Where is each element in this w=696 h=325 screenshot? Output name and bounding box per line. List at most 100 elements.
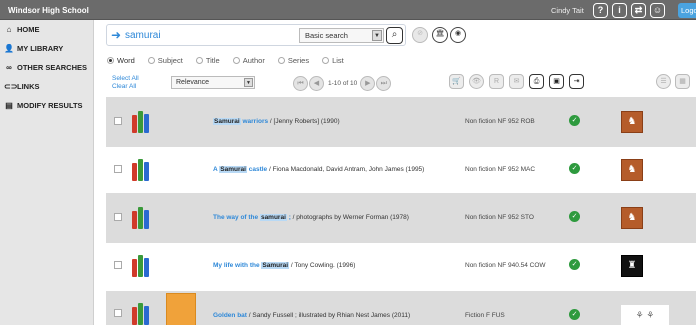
search-button[interactable]: ⌕ xyxy=(386,27,403,44)
result-title: The way of the samurai ; / photographs b… xyxy=(213,214,409,221)
books-icon xyxy=(132,255,150,277)
title-link[interactable]: Golden bat xyxy=(213,312,247,319)
sidebar-item-home[interactable]: ⌂ HOME xyxy=(0,20,93,39)
available-icon: ✓ xyxy=(569,259,580,270)
sidebar-item-label: MY LIBRARY xyxy=(17,44,64,53)
save-icon[interactable]: ▣ xyxy=(549,74,564,89)
sidebar-item-other-searches[interactable]: ∞ OTHER SEARCHES xyxy=(0,58,93,77)
binoculars-icon: ∞ xyxy=(6,63,12,72)
result-title: My life with the Samurai / Tony Cowling.… xyxy=(213,262,356,269)
logout-button[interactable]: Logout xyxy=(678,3,696,18)
document-icon: ▤ xyxy=(5,101,13,110)
selection-links: Select All Clear All xyxy=(112,75,139,91)
available-icon: ✓ xyxy=(569,163,580,174)
row-checkbox[interactable] xyxy=(114,117,122,125)
sidebar-item-label: OTHER SEARCHES xyxy=(17,63,88,72)
library-icon: 🏛 xyxy=(435,30,445,37)
person-icon: 👤 xyxy=(4,44,14,53)
row-checkbox[interactable] xyxy=(114,213,122,221)
radio-title[interactable]: Title xyxy=(195,55,220,65)
books-icon xyxy=(132,303,150,325)
account-icon[interactable]: ☺ xyxy=(650,3,665,18)
grid-view-icon[interactable]: ▦ xyxy=(675,74,690,89)
samurai-thumbnail[interactable]: ♞ xyxy=(621,207,643,229)
first-page-button[interactable]: ⏮ xyxy=(293,75,308,91)
chevron-down-icon: ▼ xyxy=(244,78,253,87)
samurai-thumbnail[interactable]: ♞ xyxy=(621,159,643,181)
home-icon: ⌂ xyxy=(6,25,12,34)
cart-icon[interactable]: 🛒 xyxy=(449,74,464,89)
sidebar-item-label: MODIFY RESULTS xyxy=(17,101,83,110)
title-link[interactable]: A Samurai castle xyxy=(213,166,267,173)
radio-author[interactable]: Author xyxy=(232,55,265,65)
sidebar-item-links[interactable]: ⊂⊃ LINKS xyxy=(0,77,93,96)
call-number: Fiction F FUS xyxy=(465,312,505,319)
library-button[interactable]: 🏛 xyxy=(432,27,448,43)
help-icon[interactable]: ? xyxy=(593,3,608,18)
prev-page-button[interactable]: ◀ xyxy=(309,75,324,91)
world-button[interactable]: ◉ xyxy=(450,27,466,43)
last-page-button[interactable]: ⏭ xyxy=(376,75,392,91)
call-number: Non fiction NF 952 MAC xyxy=(465,166,536,173)
clear-search-button[interactable]: ⊘ xyxy=(412,27,428,43)
clear-icon: ⊘ xyxy=(417,30,423,37)
radio-series[interactable]: Series xyxy=(277,55,309,65)
result-title: Golden bat / Sandy Fussell ; illustrated… xyxy=(213,312,411,319)
available-icon: ✓ xyxy=(569,115,580,126)
result-title: Samurai warriors / [Jenny Roberts] (1990… xyxy=(213,118,340,125)
result-row: Samurai warriors / [Jenny Roberts] (1990… xyxy=(106,97,696,147)
search-type-radios: Word Subject Title Author Series List xyxy=(107,55,357,65)
book-cover-image[interactable] xyxy=(166,293,196,325)
clear-all-link[interactable]: Clear All xyxy=(112,83,139,91)
info-icon[interactable]: i xyxy=(612,3,627,18)
email-icon[interactable]: ✉ xyxy=(509,74,524,89)
search-mode-select[interactable]: Basic search ▼ xyxy=(299,28,384,43)
radio-subject[interactable]: Subject xyxy=(147,55,183,65)
sidebar-item-modify-results[interactable]: ▤ MODIFY RESULTS xyxy=(0,96,93,115)
title-link[interactable]: Samurai warriors xyxy=(213,118,268,125)
samurai-thumbnail[interactable]: ♞ xyxy=(621,111,643,133)
search-input[interactable] xyxy=(125,29,285,42)
result-row: A Samurai castle / Fiona Macdonald, Davi… xyxy=(106,145,696,195)
link-icon: ⊂⊃ xyxy=(4,82,18,91)
result-title: A Samurai castle / Fiona Macdonald, Davi… xyxy=(213,166,425,173)
call-number: Non fiction NF 952 STO xyxy=(465,214,534,221)
reserve-icon[interactable]: R xyxy=(489,74,504,89)
switch-icon[interactable]: ⇄ xyxy=(631,3,646,18)
sidebar-item-label: HOME xyxy=(17,25,40,34)
select-all-link[interactable]: Select All xyxy=(112,75,139,83)
row-checkbox[interactable] xyxy=(114,261,122,269)
sidebar: ⌂ HOME 👤 MY LIBRARY ∞ OTHER SEARCHES ⊂⊃ LINK… xyxy=(0,20,94,325)
award-logo[interactable]: ⚘ ⚘ xyxy=(621,305,669,325)
page-info: 1-10 of 10 xyxy=(328,79,358,87)
print-icon[interactable]: ⎙ xyxy=(529,74,544,89)
row-checkbox[interactable] xyxy=(114,309,122,317)
arrow-right-icon: ➜ xyxy=(111,28,122,42)
row-checkbox[interactable] xyxy=(114,165,122,173)
export-icon[interactable]: ⇥ xyxy=(569,74,584,89)
call-number: Non fiction NF 940.54 COW xyxy=(465,262,546,269)
user-name[interactable]: Cindy Tait xyxy=(551,6,584,15)
result-row: Golden bat / Sandy Fussell ; illustrated… xyxy=(106,291,696,325)
book-cover-thumbnail[interactable]: ♜ xyxy=(621,255,643,277)
radio-word[interactable]: Word xyxy=(107,55,135,65)
title-link[interactable]: My life with the Samurai xyxy=(213,262,290,269)
list-view-icon[interactable]: ☰ xyxy=(656,74,671,89)
call-number: Non fiction NF 952 ROB xyxy=(465,118,535,125)
available-icon: ✓ xyxy=(569,309,580,320)
school-name: Windsor High School xyxy=(8,6,89,15)
books-icon xyxy=(132,159,150,181)
next-page-button[interactable]: ▶ xyxy=(360,75,376,91)
sidebar-item-label: LINKS xyxy=(17,82,40,91)
books-icon xyxy=(132,111,150,133)
title-link[interactable]: The way of the samurai ; xyxy=(213,214,291,221)
globe-icon: ◉ xyxy=(454,30,462,37)
sort-select[interactable]: Relevance ▼ xyxy=(171,76,255,89)
radio-list[interactable]: List xyxy=(322,55,344,65)
view-icon[interactable]: 👁 xyxy=(469,74,484,89)
search-icon: ⌕ xyxy=(391,29,398,40)
pagination: ⏮ ◀ 1-10 of 10 ▶ ⏭ xyxy=(293,75,392,91)
search-bar: ➜ Basic search▼ ⌕ xyxy=(106,24,406,46)
result-row: My life with the Samurai / Tony Cowling.… xyxy=(106,241,696,291)
sidebar-item-my-library[interactable]: 👤 MY LIBRARY xyxy=(0,39,93,58)
